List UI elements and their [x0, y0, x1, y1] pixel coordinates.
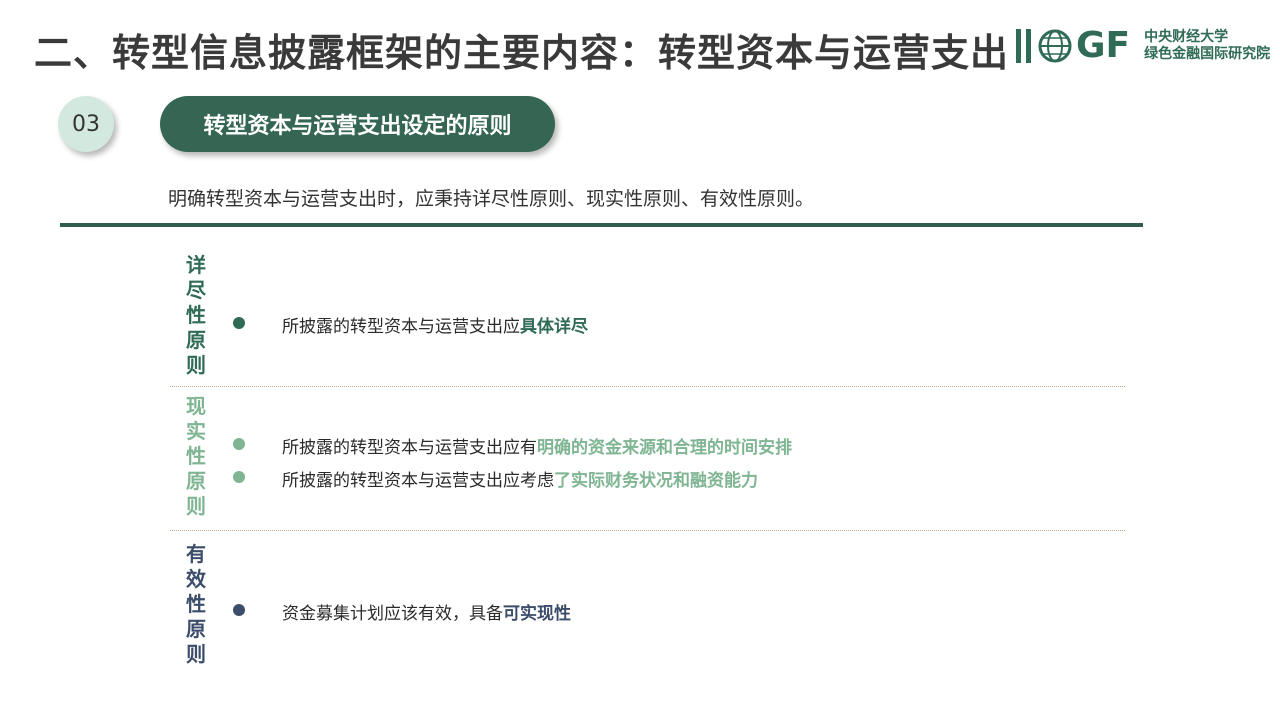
bullet-icon — [233, 604, 245, 616]
principle-label-thoroughness: 详 尽 性 原 则 — [181, 253, 211, 378]
dotted-divider — [170, 386, 1125, 387]
section-heading: 转型资本与运营支出设定的原则 — [160, 96, 555, 152]
bullet-icon — [233, 438, 245, 450]
item-emphasis: 明确的资金来源和合理的时间安排 — [537, 438, 792, 458]
label-char: 则 — [186, 494, 206, 518]
principle-item: 所披露的转型资本与运营支出应具体详尽 — [282, 312, 588, 337]
iigf-logo: GF 中央财经大学 绿色金融国际研究院 — [1016, 26, 1270, 66]
item-prefix: 资金募集计划应该有效，具备 — [282, 604, 503, 624]
logo-text: 中央财经大学 绿色金融国际研究院 — [1144, 29, 1270, 63]
label-char: 则 — [186, 642, 206, 666]
principle-item: 资金募集计划应该有效，具备可实现性 — [282, 599, 571, 624]
item-emphasis: 可实现性 — [503, 604, 571, 624]
principle-label-realism: 现 实 性 原 则 — [181, 394, 211, 519]
label-char: 尽 — [186, 278, 206, 302]
divider-rule — [60, 223, 1143, 227]
logo-bar — [1016, 29, 1021, 63]
bullet-icon — [233, 471, 245, 483]
label-char: 原 — [186, 617, 206, 641]
item-prefix: 所披露的转型资本与运营支出应考虑 — [282, 471, 554, 491]
label-char: 有 — [186, 542, 206, 566]
label-char: 性 — [186, 592, 206, 616]
principle-item: 所披露的转型资本与运营支出应有明确的资金来源和合理的时间安排 — [282, 433, 792, 458]
globe-icon — [1038, 29, 1072, 63]
principle-item: 所披露的转型资本与运营支出应考虑了实际财务状况和融资能力 — [282, 466, 758, 491]
section-number: 03 — [58, 96, 114, 152]
page-title: 二、转型信息披露框架的主要内容：转型资本与运营支出 — [34, 31, 1010, 75]
principle-label-effectiveness: 有 效 性 原 则 — [181, 542, 211, 667]
label-char: 原 — [186, 469, 206, 493]
item-prefix: 所披露的转型资本与运营支出应有 — [282, 438, 537, 458]
logo-line-1: 中央财经大学 — [1144, 29, 1229, 45]
item-emphasis: 了实际财务状况和融资能力 — [554, 471, 758, 491]
logo-line-2: 绿色金融国际研究院 — [1144, 46, 1271, 62]
label-char: 效 — [186, 567, 206, 591]
label-char: 则 — [186, 353, 206, 377]
item-emphasis: 具体详尽 — [520, 317, 588, 337]
label-char: 实 — [186, 419, 206, 443]
bullet-icon — [233, 317, 245, 329]
label-char: 现 — [186, 394, 206, 418]
label-char: 性 — [186, 303, 206, 327]
logo-bar — [1026, 29, 1031, 63]
item-prefix: 所披露的转型资本与运营支出应 — [282, 317, 520, 337]
logo-letters: GF — [1076, 25, 1131, 66]
intro-text: 明确转型资本与运营支出时，应秉持详尽性原则、现实性原则、有效性原则。 — [168, 188, 815, 210]
dotted-divider — [170, 530, 1125, 531]
logo-mark: GF — [1016, 26, 1130, 66]
label-char: 性 — [186, 444, 206, 468]
label-char: 详 — [186, 253, 206, 277]
label-char: 原 — [186, 328, 206, 352]
